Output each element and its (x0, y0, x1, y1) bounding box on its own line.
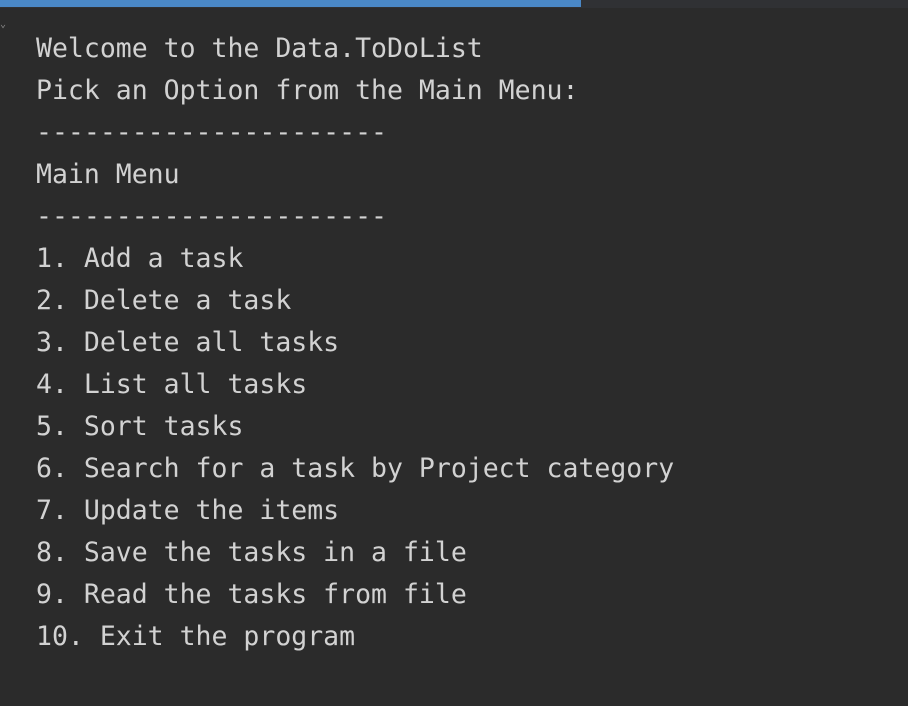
menu-option-add-task: 1. Add a task (36, 243, 244, 274)
welcome-line: Welcome to the Data.ToDoList (36, 33, 483, 64)
menu-option-read-tasks: 9. Read the tasks from file (36, 579, 467, 610)
menu-option-sort-tasks: 5. Sort tasks (36, 411, 244, 442)
menu-option-save-tasks: 8. Save the tasks in a file (36, 537, 467, 568)
prompt-line: Pick an Option from the Main Menu: (36, 75, 579, 106)
menu-option-delete-all-tasks: 3. Delete all tasks (36, 327, 340, 358)
run-progress-bar (0, 0, 581, 7)
menu-option-delete-task: 2. Delete a task (36, 285, 292, 316)
run-progress-track (0, 0, 908, 8)
menu-option-exit-program: 10. Exit the program (36, 621, 356, 652)
fold-arrow-icon[interactable]: ⌄ (0, 20, 8, 30)
separator-line-top: ---------------------- (36, 117, 387, 148)
main-menu-heading: Main Menu (36, 159, 180, 190)
menu-option-list-all-tasks: 4. List all tasks (36, 369, 308, 400)
separator-line-bottom: ---------------------- (36, 201, 387, 232)
console-gutter: ⌄ (0, 8, 14, 706)
console-output[interactable]: Welcome to the Data.ToDoList Pick an Opt… (36, 28, 674, 658)
run-console: ⌄ Welcome to the Data.ToDoList Pick an O… (0, 0, 908, 706)
menu-option-search-task: 6. Search for a task by Project category (36, 453, 675, 484)
menu-option-update-items: 7. Update the items (36, 495, 340, 526)
